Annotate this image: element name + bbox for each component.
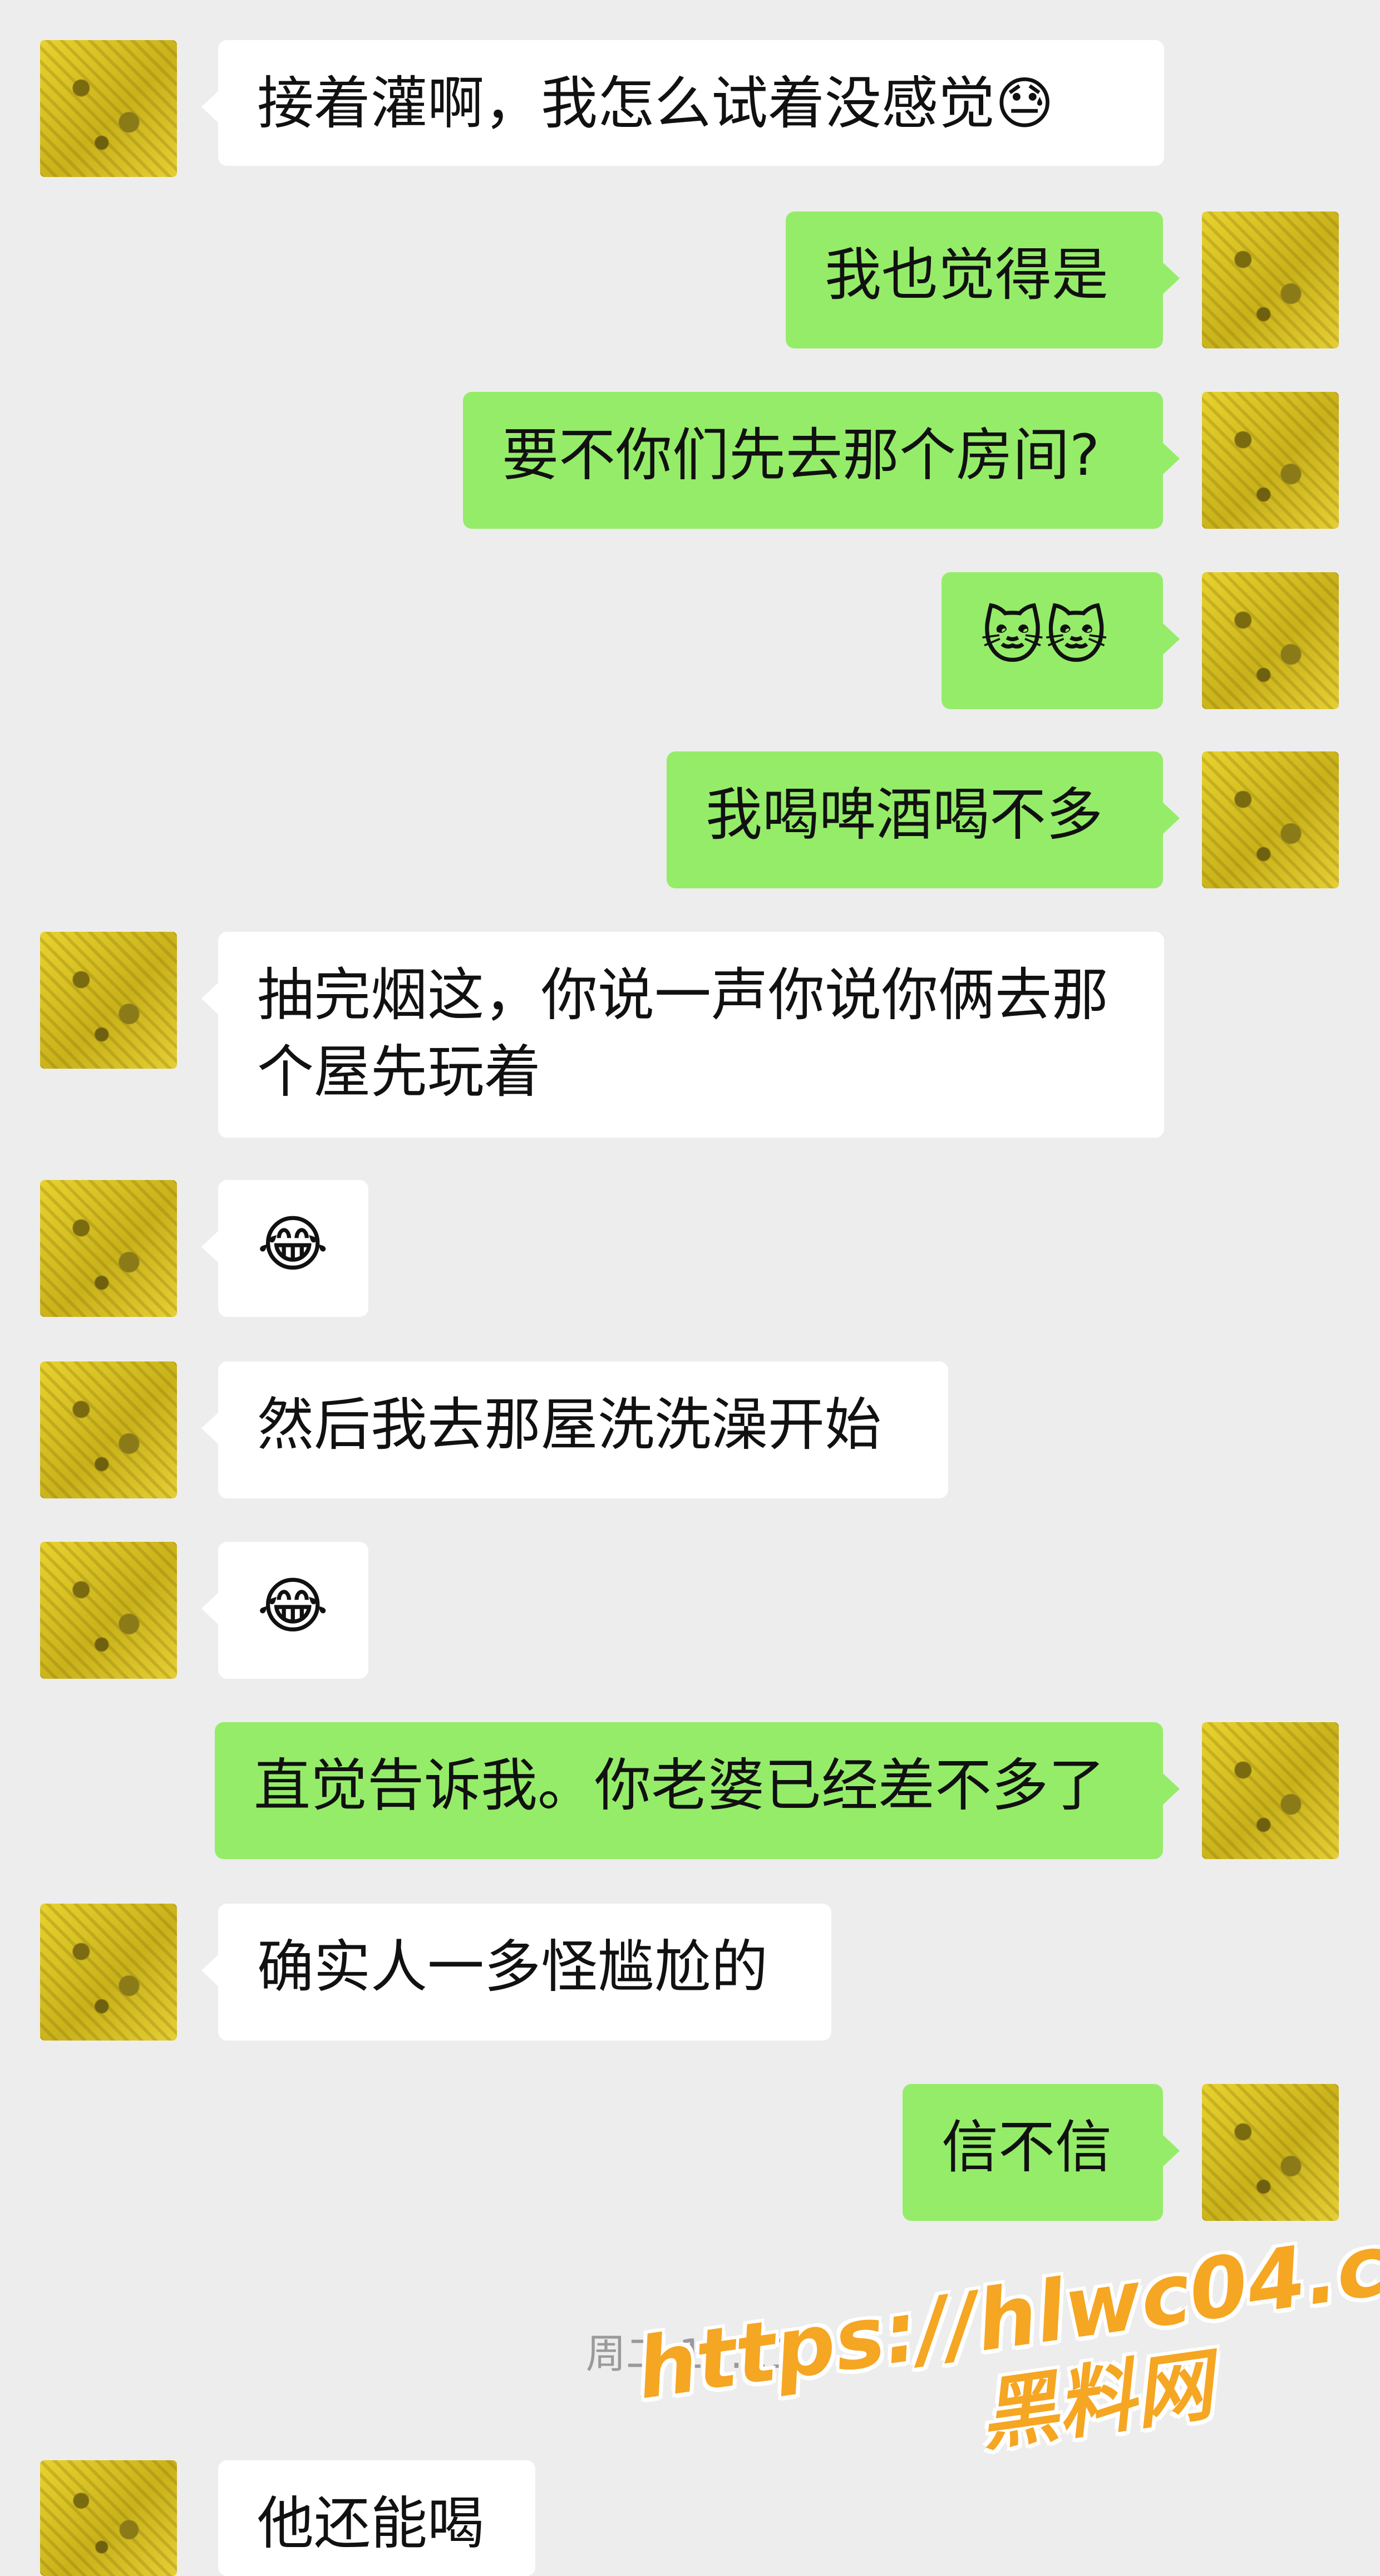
- message-bubble[interactable]: 抽完烟这，你说一声你说你俩去那个屋先玩着: [201, 932, 1164, 1138]
- message-bubble[interactable]: 要不你们先去那个房间?: [463, 392, 1180, 529]
- avatar[interactable]: [1202, 2084, 1339, 2221]
- message-bubble[interactable]: 接着灌啊，我怎么试着没感觉😓: [201, 40, 1164, 166]
- message-bubble[interactable]: 直觉告诉我。你老婆已经差不多了: [215, 1722, 1180, 1859]
- avatar[interactable]: [1202, 751, 1339, 888]
- message-bubble[interactable]: 我喝啤酒喝不多: [667, 751, 1180, 888]
- message-text: 他还能喝: [257, 2491, 484, 2557]
- message-text: 确实人一多怪尴尬的: [257, 1934, 768, 2000]
- watermark: https://hlwc04.com 黑料网: [631, 2197, 1380, 2511]
- avatar[interactable]: [1202, 212, 1339, 348]
- message-bubble[interactable]: 😂: [201, 1180, 368, 1317]
- message-text: 接着灌啊，我怎么试着没感觉😓: [257, 71, 1054, 137]
- laughing-emoji-icon: 😂: [257, 1208, 329, 1280]
- message-bubble[interactable]: 信不信: [903, 2084, 1180, 2221]
- cat-emoji-icon: 🐱🐱: [980, 601, 1108, 672]
- message-text: 要不你们先去那个房间?: [502, 422, 1100, 489]
- avatar[interactable]: [40, 2460, 177, 2576]
- avatar[interactable]: [1202, 392, 1339, 529]
- message-text: 我也觉得是: [825, 242, 1108, 308]
- message-bubble[interactable]: 然后我去那屋洗洗澡开始: [201, 1361, 948, 1498]
- message-text: 抽完烟这，你说一声你说你俩去那个屋先玩着: [257, 962, 1108, 1105]
- message-text: 然后我去那屋洗洗澡开始: [257, 1392, 881, 1458]
- message-text: 我喝啤酒喝不多: [706, 782, 1103, 848]
- message-bubble[interactable]: 🐱🐱: [942, 572, 1180, 709]
- avatar[interactable]: [40, 1361, 177, 1498]
- laughing-emoji-icon: 😂: [257, 1570, 329, 1641]
- avatar[interactable]: [1202, 1722, 1339, 1859]
- avatar[interactable]: [40, 40, 177, 177]
- avatar[interactable]: [40, 932, 177, 1069]
- message-bubble[interactable]: 😂: [201, 1542, 368, 1679]
- avatar[interactable]: [40, 1180, 177, 1317]
- message-bubble[interactable]: 他还能喝: [218, 2460, 535, 2576]
- avatar[interactable]: [40, 1904, 177, 2041]
- message-text: 直觉告诉我。你老婆已经差不多了: [254, 1753, 1105, 1819]
- message-bubble[interactable]: 我也觉得是: [786, 212, 1180, 348]
- avatar[interactable]: [1202, 572, 1339, 709]
- message-text: 信不信: [942, 2115, 1112, 2181]
- message-bubble[interactable]: 确实人一多怪尴尬的: [201, 1904, 831, 2041]
- avatar[interactable]: [40, 1542, 177, 1679]
